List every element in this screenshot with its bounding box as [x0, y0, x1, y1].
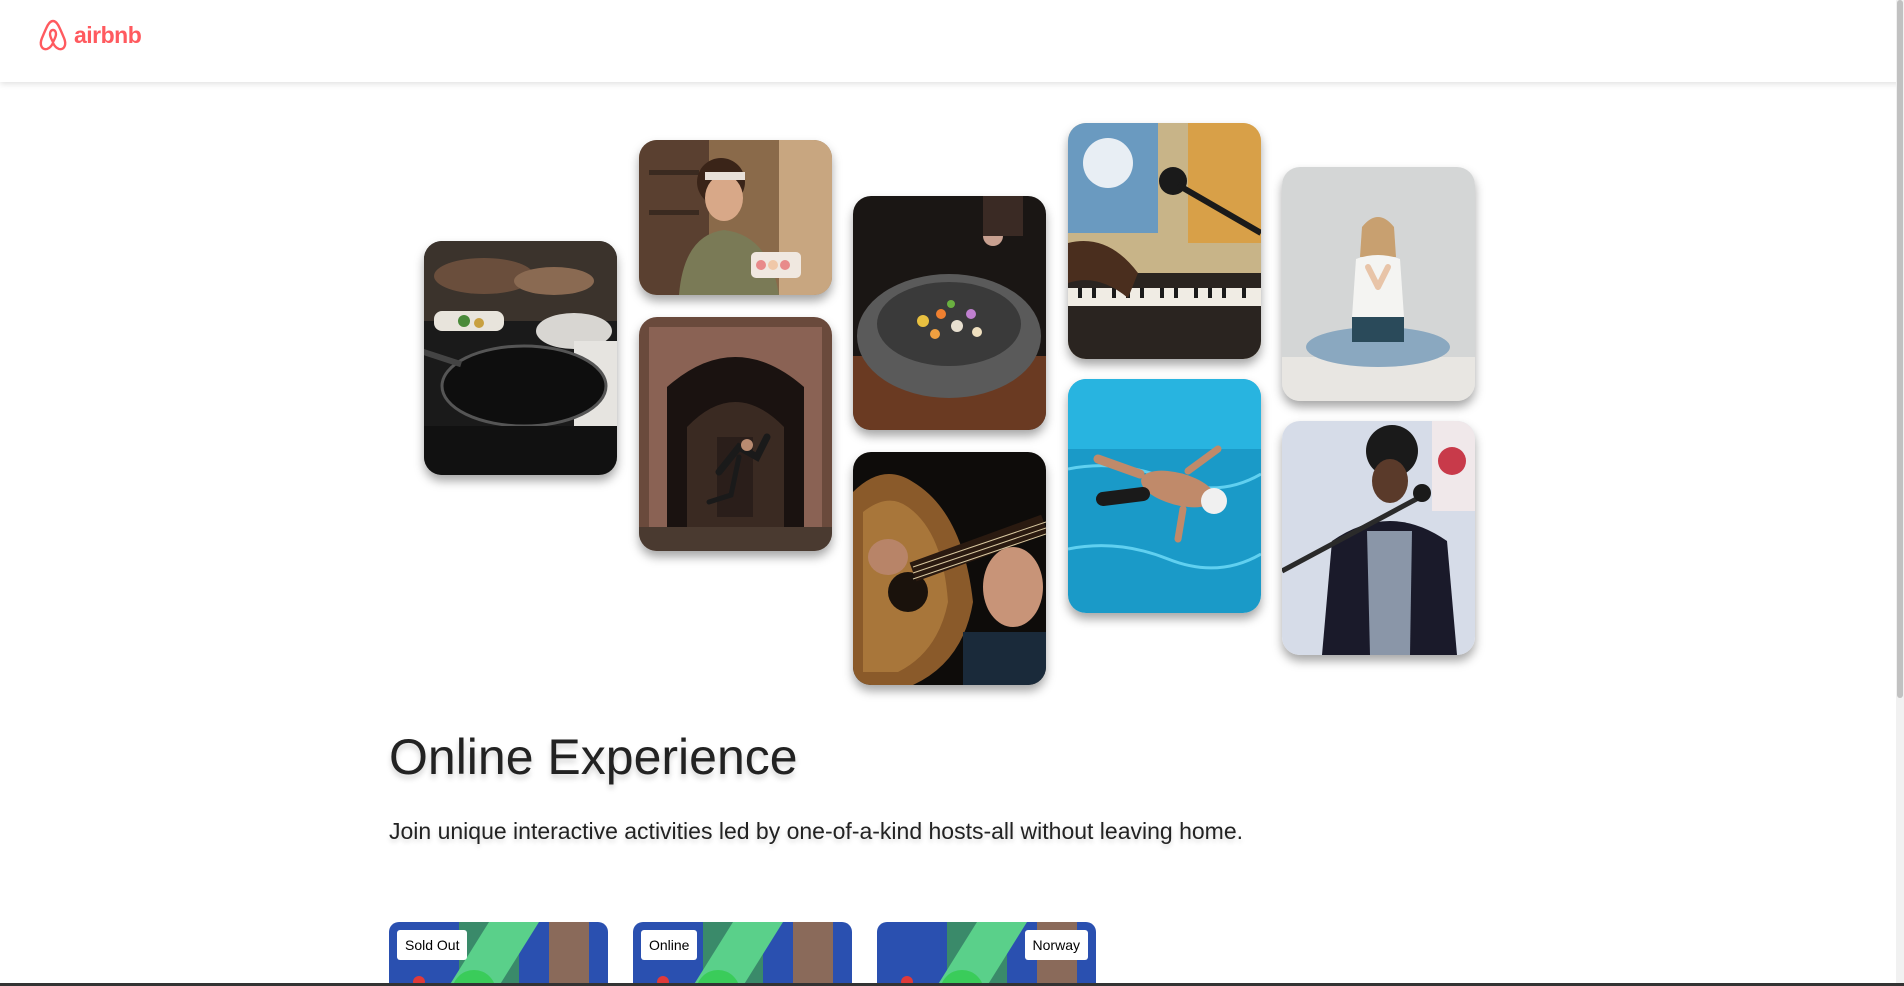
photo-guitar: [853, 452, 1046, 685]
photo-spice-bowl: [853, 196, 1046, 430]
experience-card[interactable]: Online: [633, 922, 852, 986]
page-subtitle: Join unique interactive activities led b…: [389, 818, 1244, 844]
card-status-badge: Norway: [1024, 930, 1088, 960]
photo-singer: [1282, 421, 1475, 655]
photo-woman-macarons: [639, 140, 832, 295]
logo-text: airbnb: [74, 21, 142, 48]
airbnb-belo-icon: [39, 19, 67, 51]
page-title: Online Experience: [389, 729, 798, 785]
experience-card[interactable]: Sold Out: [389, 922, 608, 986]
page-scrollbar[interactable]: [1896, 0, 1904, 986]
scrollbar-thumb[interactable]: [1897, 0, 1903, 698]
photo-swimmer: [1068, 379, 1261, 613]
airbnb-logo[interactable]: airbnb: [38, 18, 142, 52]
navbar: airbnb: [0, 0, 1904, 82]
photo-cooking-pan: [424, 241, 617, 475]
photo-dancer-doorway: [639, 317, 832, 551]
experience-card[interactable]: Norway: [877, 922, 1096, 986]
photo-piano-microphone: [1068, 123, 1261, 359]
card-status-badge: Online: [641, 930, 698, 960]
photo-yoga: [1282, 167, 1475, 401]
card-status-badge: Sold Out: [397, 930, 468, 960]
